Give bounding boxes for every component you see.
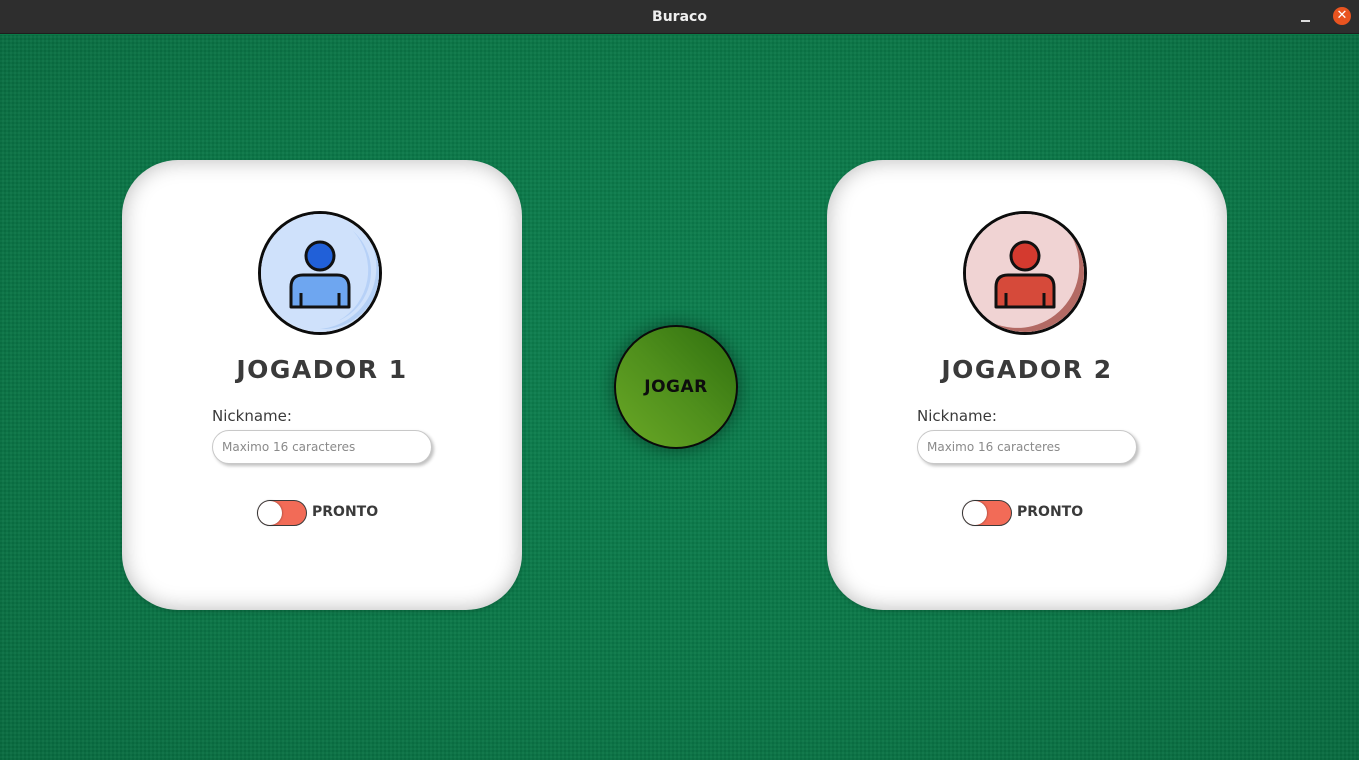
minimize-button[interactable] xyxy=(1297,8,1315,26)
player-2-nickname-input[interactable] xyxy=(917,430,1137,464)
close-icon: ✕ xyxy=(1336,8,1348,23)
player-2-card: JOGADOR 2 Nickname: PRONTO xyxy=(827,160,1227,610)
player-1-ready-toggle[interactable] xyxy=(257,500,307,526)
window-titlebar: Buraco ✕ xyxy=(0,0,1359,34)
window-title: Buraco xyxy=(652,9,707,25)
player-2-nickname-label: Nickname: xyxy=(917,407,997,425)
player-1-card: JOGADOR 1 Nickname: PRONTO xyxy=(122,160,522,610)
close-button[interactable]: ✕ xyxy=(1333,7,1351,25)
player-2-avatar xyxy=(963,211,1087,335)
player-1-avatar xyxy=(258,211,382,335)
player-2-ready-label: PRONTO xyxy=(1017,504,1084,520)
player-1-nickname-label: Nickname: xyxy=(212,407,292,425)
play-button[interactable]: JOGAR xyxy=(614,325,738,449)
player-1-ready-label: PRONTO xyxy=(312,504,379,520)
player-2-ready-toggle-knob xyxy=(963,501,987,525)
player-2-title: JOGADOR 2 xyxy=(941,355,1113,384)
player-1-ready-toggle-knob xyxy=(258,501,282,525)
player-1-title: JOGADOR 1 xyxy=(236,355,408,384)
user-icon xyxy=(966,214,1084,332)
user-icon xyxy=(261,214,379,332)
player-1-nickname-input[interactable] xyxy=(212,430,432,464)
player-2-ready-toggle[interactable] xyxy=(962,500,1012,526)
